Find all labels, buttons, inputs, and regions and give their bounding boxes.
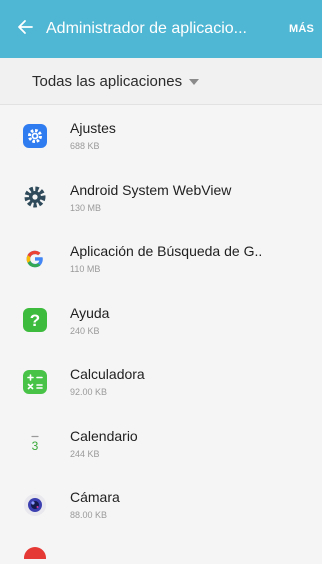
camera-icon bbox=[22, 492, 48, 518]
app-bar: Administrador de aplicacio... MÁS bbox=[0, 0, 322, 58]
app-item-calendario[interactable]: 3 Calendario 244 KB bbox=[0, 413, 322, 475]
app-size: 110 MB bbox=[70, 264, 101, 275]
calculator-icon bbox=[22, 369, 48, 395]
back-arrow-icon bbox=[17, 19, 33, 40]
help-icon: ? bbox=[22, 307, 48, 333]
app-item-google-search[interactable]: Aplicación de Búsqueda de G.. 110 MB bbox=[0, 228, 322, 290]
filter-label: Todas las aplicaciones bbox=[32, 72, 183, 90]
app-name: Android System WebView bbox=[70, 181, 232, 198]
app-name: Ajustes bbox=[70, 120, 116, 137]
app-item-calculadora[interactable]: Calculadora 92.00 KB bbox=[0, 351, 322, 413]
app-list: Ajustes 688 KB Android System WebView 13… bbox=[0, 105, 322, 536]
app-item-android-system-webview[interactable]: Android System WebView 130 MB bbox=[0, 167, 322, 229]
app-size: 130 MB bbox=[70, 202, 102, 213]
app-name: Ayuda bbox=[70, 304, 110, 321]
dropdown-arrow-icon bbox=[189, 79, 200, 85]
app-name: Aplicación de Búsqueda de G.. bbox=[70, 243, 263, 260]
calendar-icon: 3 bbox=[22, 430, 48, 456]
app-name: Calendario bbox=[70, 427, 138, 444]
app-size: 244 KB bbox=[70, 448, 100, 459]
page-title: Administrador de aplicacio... bbox=[46, 20, 247, 37]
app-name: Cámara bbox=[70, 489, 120, 506]
more-button[interactable]: MÁS bbox=[289, 23, 314, 35]
apps-filter-dropdown[interactable]: Todas las aplicaciones bbox=[0, 58, 322, 105]
back-button[interactable] bbox=[8, 0, 42, 58]
app-size: 88.00 KB bbox=[70, 510, 108, 521]
app-name: Calculadora bbox=[70, 366, 145, 383]
app-size: 92.00 KB bbox=[70, 387, 108, 398]
app-size: 688 KB bbox=[70, 141, 100, 152]
app-item-camara[interactable]: Cámara 88.00 KB bbox=[0, 474, 322, 536]
svg-text:?: ? bbox=[30, 311, 40, 330]
app-size: 240 KB bbox=[70, 325, 100, 336]
partial-app-icon bbox=[22, 545, 48, 564]
google-icon bbox=[22, 246, 48, 272]
settings-icon bbox=[22, 123, 48, 149]
app-item-ajustes[interactable]: Ajustes 688 KB bbox=[0, 105, 322, 167]
svg-text:3: 3 bbox=[32, 439, 39, 453]
gear-icon bbox=[22, 184, 48, 210]
app-item-ayuda[interactable]: ? Ayuda 240 KB bbox=[0, 290, 322, 352]
